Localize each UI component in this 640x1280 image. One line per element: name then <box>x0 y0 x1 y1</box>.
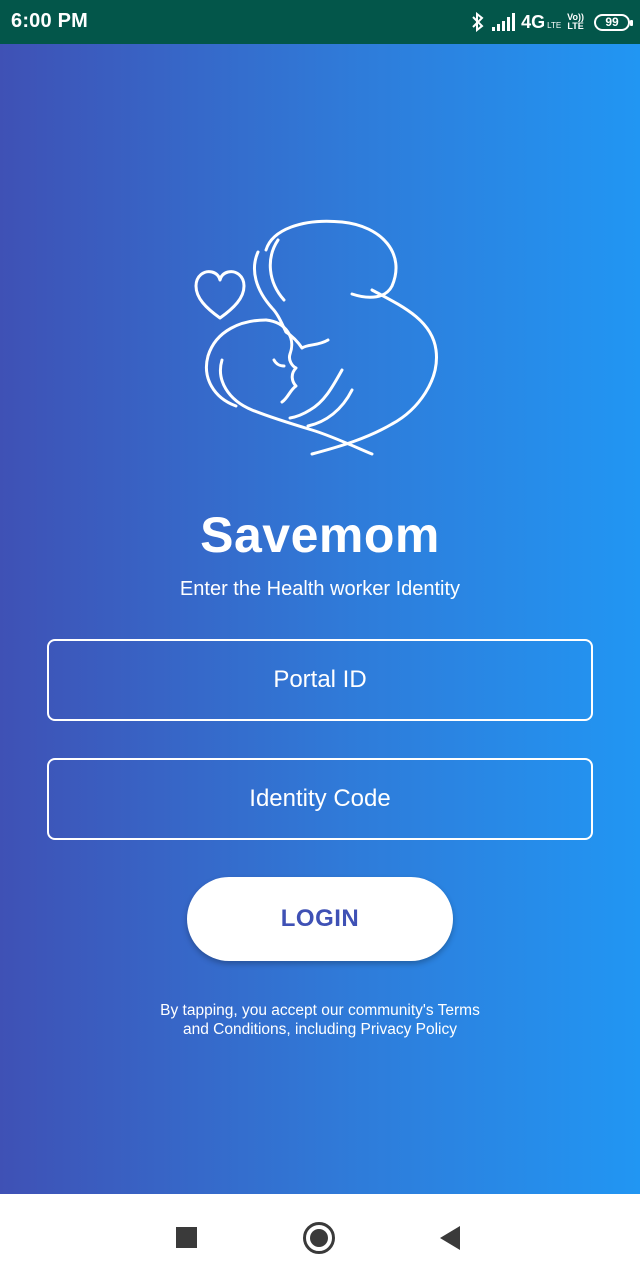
status-time: 6:00 PM <box>11 10 88 32</box>
mother-child-heart-logo <box>194 219 438 456</box>
home-icon[interactable] <box>303 1222 335 1254</box>
app-title: Savemom <box>200 507 440 563</box>
battery-level: 99 <box>605 15 619 29</box>
status-icons: 4G LTE Vo)) LTE 99 <box>471 8 633 36</box>
network-type: 4G <box>521 11 546 32</box>
login-button-label: LOGIN <box>280 905 360 932</box>
battery-icon: 99 <box>594 13 633 31</box>
identity-code-placeholder: Identity Code <box>249 785 391 812</box>
login-screen: Savemom Enter the Health worker Identity… <box>0 44 640 1194</box>
terms-line-1: By tapping, you accept our community's T… <box>160 1002 480 1019</box>
login-subtitle: Enter the Health worker Identity <box>179 578 461 600</box>
identity-code-input[interactable]: Identity Code <box>47 758 593 840</box>
volte-bottom: LTE <box>567 21 584 31</box>
portal-id-placeholder: Portal ID <box>273 666 367 693</box>
portal-id-input[interactable]: Portal ID <box>47 639 593 721</box>
terms-line-2: and Conditions, including Privacy Policy <box>183 1021 457 1038</box>
signal-icon <box>492 13 516 31</box>
network-sub: LTE <box>547 21 562 30</box>
back-icon[interactable] <box>440 1226 460 1250</box>
system-nav-bar <box>0 1194 640 1280</box>
terms-text: By tapping, you accept our community's T… <box>120 1001 520 1039</box>
login-button[interactable]: LOGIN <box>187 877 453 961</box>
status-bar: 6:00 PM 4G LTE Vo)) LTE 99 <box>0 0 640 44</box>
recents-icon[interactable] <box>176 1227 197 1248</box>
bluetooth-icon <box>472 12 484 32</box>
volte-indicator: Vo)) LTE <box>567 13 584 31</box>
